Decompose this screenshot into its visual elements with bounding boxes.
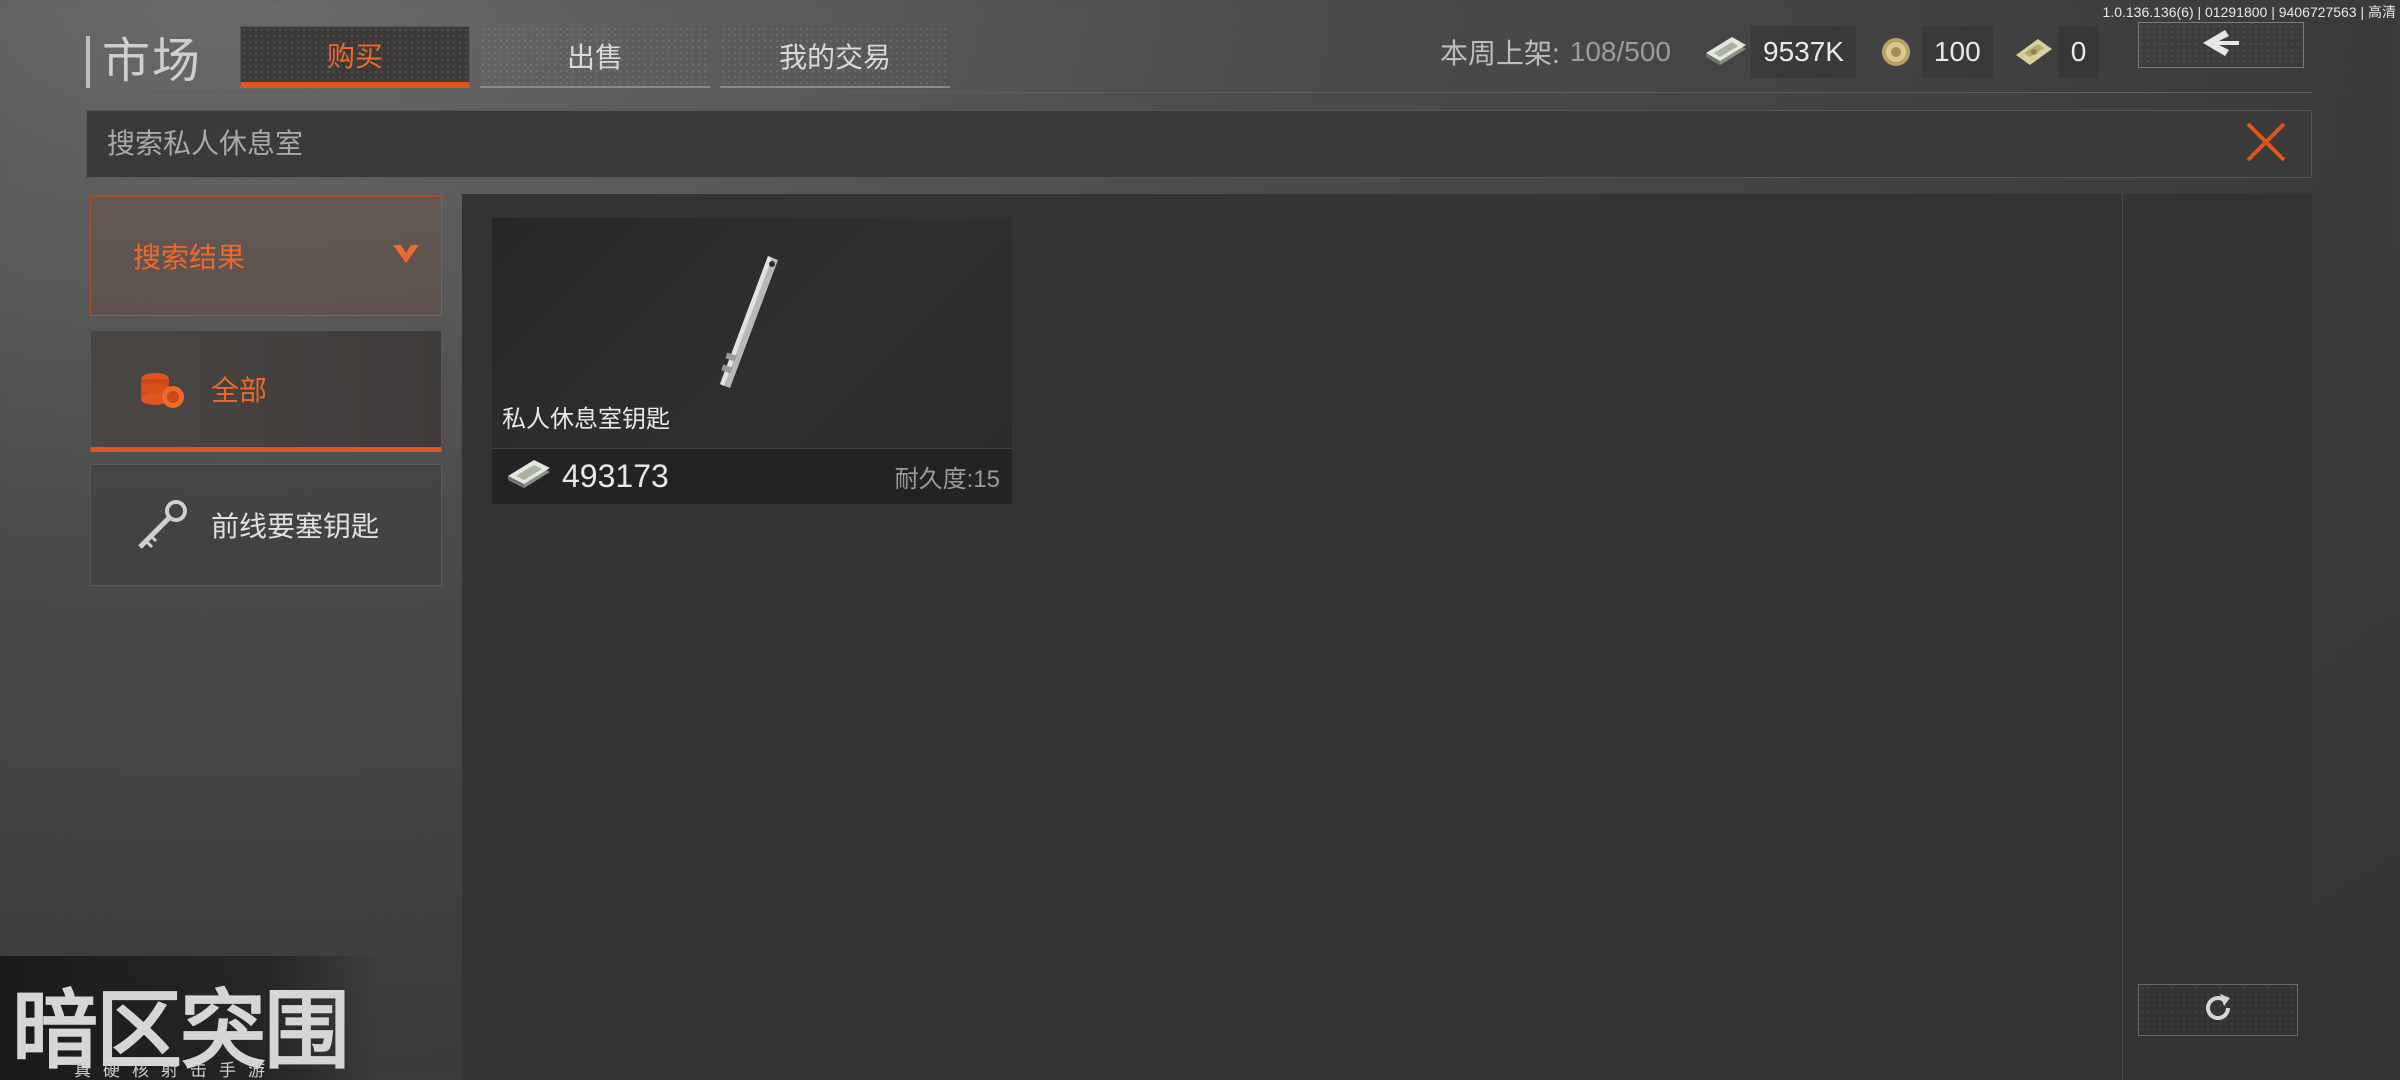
item-footer: 493173 耐久度:15 <box>492 448 1012 504</box>
search-bar <box>86 110 2312 178</box>
refresh-button[interactable] <box>2138 984 2298 1036</box>
category-sidebar: 搜索结果 全部 前线要塞钥匙 <box>90 196 442 598</box>
key-icon <box>133 496 191 554</box>
search-input[interactable] <box>87 111 2221 177</box>
weekly-listing-value: 108/500 <box>1569 36 1671 67</box>
item-name: 私人休息室钥匙 <box>502 406 670 433</box>
search-results-dropdown[interactable]: 搜索结果 <box>90 196 442 316</box>
rod-key-icon <box>708 254 788 399</box>
close-icon <box>2244 120 2288 169</box>
cash-value: 9537K <box>1751 26 1856 78</box>
clear-search-button[interactable] <box>2221 110 2311 178</box>
version-info: 1.0.136.136(6) | 01291800 | 9406727563 |… <box>2102 4 2396 20</box>
tab-bar: 购买 出售 我的交易 <box>240 26 950 88</box>
logo-subtitle: 真硬核射击手游 <box>74 1061 277 1080</box>
gold-value: 100 <box>1921 26 1993 78</box>
sidebar-item-frontline-keys[interactable]: 前线要塞钥匙 <box>90 464 442 586</box>
header-divider <box>86 92 2312 93</box>
page-title: 市场 <box>86 36 202 88</box>
refresh-icon <box>2202 992 2234 1029</box>
coin-stack-icon <box>133 360 191 418</box>
tab-sell[interactable]: 出售 <box>480 26 710 88</box>
panel-divider <box>2122 194 2123 1080</box>
weekly-listing-label: 本周上架: <box>1440 38 1560 69</box>
back-button[interactable] <box>2138 22 2304 68</box>
tab-buy[interactable]: 购买 <box>240 26 470 88</box>
item-durability: 耐久度:15 <box>894 466 1000 493</box>
sidebar-item-all[interactable]: 全部 <box>90 330 442 452</box>
search-results-label: 搜索结果 <box>133 242 246 273</box>
cash-stack-icon <box>1699 26 1751 78</box>
listing-panel: 私人休息室钥匙 493173 耐久度:15 <box>462 194 2312 1080</box>
item-price: 493173 <box>562 458 669 494</box>
chevron-left-icon <box>2201 28 2241 63</box>
currency-banknote: 0 <box>2007 26 2099 78</box>
header-stats: 本周上架: 108/500 9537K 100 0 <box>1440 26 2112 78</box>
tab-my-trades[interactable]: 我的交易 <box>720 26 950 88</box>
currency-gold: 100 <box>1870 26 1993 78</box>
listing-card[interactable]: 私人休息室钥匙 493173 耐久度:15 <box>492 218 1012 504</box>
banknote-icon <box>2007 26 2059 78</box>
chevron-down-icon <box>391 240 421 272</box>
banknote-value: 0 <box>2058 26 2099 78</box>
item-image: 私人休息室钥匙 <box>492 218 1012 448</box>
cash-stack-icon <box>504 456 552 497</box>
sidebar-item-label: 前线要塞钥匙 <box>211 511 380 542</box>
sidebar-item-label: 全部 <box>211 375 268 406</box>
currency-cash: 9537K <box>1699 26 1856 78</box>
gold-coin-icon <box>1870 26 1922 78</box>
game-logo: 暗区突围 真硬核射击手游 <box>0 956 380 1080</box>
